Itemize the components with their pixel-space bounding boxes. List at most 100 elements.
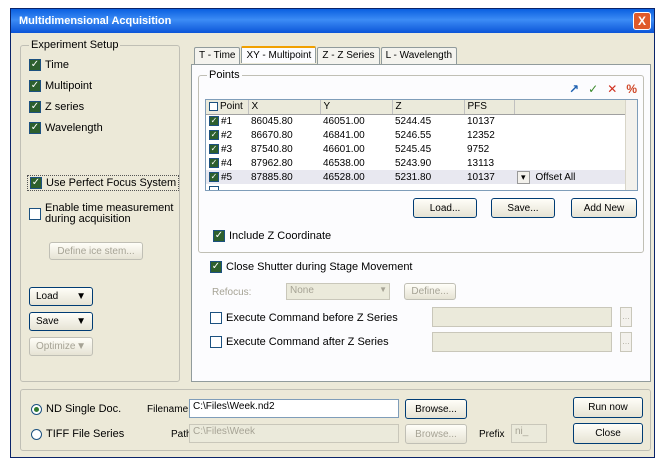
exec-after-label: Execute Command after Z Series bbox=[226, 336, 389, 348]
radio-nd-single[interactable]: ND Single Doc. bbox=[31, 403, 121, 415]
check-icon[interactable]: ✓ bbox=[209, 157, 219, 168]
refocus-define-button[interactable]: Define... bbox=[404, 283, 456, 300]
cell-x: 87885.80 bbox=[248, 170, 320, 184]
tab-time[interactable]: T - Time bbox=[194, 47, 241, 64]
check-icon[interactable]: ✓ bbox=[209, 116, 219, 127]
cell-pfs: 10137 bbox=[464, 170, 514, 184]
checkbox-time[interactable]: ✓ Time bbox=[29, 59, 69, 71]
exec-after-field[interactable] bbox=[432, 332, 612, 352]
add-new-point-button[interactable]: Add New bbox=[571, 198, 637, 218]
prefix-label: Prefix bbox=[479, 429, 505, 440]
tiff-series-label: TIFF File Series bbox=[46, 428, 125, 440]
checkbox-exec-after[interactable]: Execute Command after Z Series bbox=[210, 336, 389, 348]
checkbox-multipoint[interactable]: ✓ Multipoint bbox=[29, 80, 92, 92]
check-icon: ✓ bbox=[30, 177, 42, 189]
cell-y: 46538.00 bbox=[323, 157, 365, 169]
col-x-header[interactable]: X bbox=[248, 100, 321, 115]
check-icon[interactable]: ✓ bbox=[209, 129, 219, 140]
point-cell[interactable]: ✓ #3 bbox=[206, 142, 248, 156]
checkbox-empty-icon bbox=[210, 336, 222, 348]
check-icon[interactable]: ✓ bbox=[209, 171, 219, 182]
col-extra-header bbox=[514, 100, 637, 115]
col-y-header[interactable]: Y bbox=[320, 100, 393, 115]
prefix-input[interactable]: ni_ bbox=[511, 424, 547, 443]
table-row[interactable]: ✓ #3 87540.80 46601.00 5245.45 9752 bbox=[206, 142, 637, 156]
checkbox-wavelength-label: Wavelength bbox=[45, 122, 103, 134]
save-setup-label: Save bbox=[36, 316, 59, 327]
select-all-checkbox[interactable] bbox=[209, 102, 218, 112]
table-row[interactable]: ✓ #5 87885.80 46528.00 5231.80 10137 ▾ Offset A… bbox=[206, 170, 637, 184]
checkbox-exec-before[interactable]: Execute Command before Z Series bbox=[210, 312, 398, 324]
path-input[interactable]: C:\Files\Week bbox=[189, 424, 399, 443]
define-ice-stem-button[interactable]: Define ice stem... bbox=[49, 242, 143, 260]
load-points-button[interactable]: Load... bbox=[413, 198, 477, 218]
checkbox-include-z[interactable]: ✓ Include Z Coordinate bbox=[213, 230, 331, 242]
close-button[interactable]: Close bbox=[573, 423, 643, 444]
nd-single-label: ND Single Doc. bbox=[46, 403, 122, 415]
col-point-header[interactable]: Point bbox=[206, 100, 249, 115]
save-points-button[interactable]: Save... bbox=[491, 198, 555, 218]
tab-multipoint[interactable]: XY - Multipoint bbox=[241, 46, 317, 63]
col-pfs-header[interactable]: PFS bbox=[464, 100, 515, 115]
point-cell[interactable]: ✓ #1 bbox=[206, 114, 248, 128]
point-label: #4 bbox=[221, 157, 233, 169]
checkbox-close-shutter[interactable]: ✓ Close Shutter during Stage Movement bbox=[210, 261, 413, 273]
point-label: #1 bbox=[221, 115, 233, 127]
include-z-label: Include Z Coordinate bbox=[229, 230, 332, 242]
load-setup-button[interactable]: Load ▼ bbox=[29, 287, 93, 306]
cell-extra bbox=[514, 114, 637, 128]
close-icon[interactable]: X bbox=[633, 12, 651, 30]
chevron-down-icon: ▼ bbox=[379, 285, 387, 294]
move-to-icon[interactable]: ↗ bbox=[569, 82, 579, 96]
points-table-box: Point X Y Z PFS ✓ #1 86045.80 46051.00 5244.… bbox=[205, 99, 638, 191]
cell-z: 5243.90 bbox=[395, 157, 432, 169]
optimize-button[interactable]: Optimize ▼ bbox=[29, 337, 93, 356]
check-mark-icon[interactable]: ✓ bbox=[588, 82, 598, 96]
tab-strip: T - Time XY - Multipoint Z - Z Series L … bbox=[194, 46, 458, 64]
refocus-value: None bbox=[290, 285, 314, 296]
browse-filename-button[interactable]: Browse... bbox=[405, 399, 467, 419]
browse-path-button[interactable]: Browse... bbox=[405, 424, 467, 444]
filename-label: Filename bbox=[147, 404, 189, 415]
title-bar[interactable]: Multidimensional Acquisition X bbox=[11, 9, 654, 33]
point-cell[interactable]: ✓ #2 bbox=[206, 128, 248, 142]
point-cell[interactable]: ✓ #5 bbox=[206, 170, 248, 184]
offset-dropdown-icon[interactable]: ▾ bbox=[517, 170, 530, 184]
table-row[interactable]: ✓ #2 86670.80 46841.00 5246.55 12352 bbox=[206, 128, 637, 142]
checkbox-empty-icon[interactable] bbox=[209, 185, 219, 190]
col-z-header[interactable]: Z bbox=[392, 100, 465, 115]
point-label: #2 bbox=[221, 129, 233, 141]
cell-extra: ▾ Offset All bbox=[514, 170, 637, 184]
time-measure-line-2: during acquisition bbox=[45, 213, 131, 225]
cell-pfs: 9752 bbox=[467, 143, 490, 155]
radio-tiff-series[interactable]: TIFF File Series bbox=[31, 428, 124, 440]
run-now-button[interactable]: Run now bbox=[573, 397, 643, 418]
checkbox-time-measurement[interactable]: Enable time measurement during acquisiti… bbox=[29, 203, 173, 225]
delete-icon[interactable]: ✕ bbox=[607, 82, 617, 96]
checkbox-wavelength[interactable]: ✓ Wavelength bbox=[29, 122, 103, 134]
point-cell[interactable]: ✓ #4 bbox=[206, 156, 248, 170]
table-row-empty[interactable] bbox=[206, 184, 637, 190]
save-setup-button[interactable]: Save ▼ bbox=[29, 312, 93, 331]
check-icon[interactable]: ✓ bbox=[209, 143, 219, 154]
refocus-select[interactable]: None ▼ bbox=[286, 283, 390, 300]
dialog-window: Multidimensional Acquisition X Experimen… bbox=[10, 8, 655, 458]
exec-before-field[interactable] bbox=[432, 307, 612, 327]
checkbox-time-measurement-label: Enable time measurement during acquisiti… bbox=[45, 203, 173, 225]
points-scrollbar[interactable] bbox=[625, 100, 637, 190]
empty-cell bbox=[206, 184, 637, 190]
offset-all-button[interactable]: Offset All bbox=[536, 172, 576, 183]
point-label: #5 bbox=[221, 171, 233, 183]
checkbox-pfs[interactable]: ✓ Use Perfect Focus System bbox=[27, 175, 180, 191]
filename-input[interactable]: C:\Files\Week.nd2 bbox=[189, 399, 399, 418]
points-group: Points ↗ ✓ ✕ % Point X Y Z PFS ✓ #1 8604… bbox=[198, 69, 644, 253]
percent-icon[interactable]: % bbox=[626, 82, 637, 96]
table-row[interactable]: ✓ #1 86045.80 46051.00 5244.45 10137 bbox=[206, 114, 637, 128]
checkbox-z-series[interactable]: ✓ Z series bbox=[29, 101, 84, 113]
tab-z-series[interactable]: Z - Z Series bbox=[317, 47, 380, 64]
tab-wavelength[interactable]: L - Wavelength bbox=[380, 47, 458, 64]
exec-before-browse-icon[interactable]: … bbox=[620, 307, 632, 327]
points-toolbar: ↗ ✓ ✕ % bbox=[563, 82, 637, 96]
exec-after-browse-icon[interactable]: … bbox=[620, 332, 632, 352]
table-row[interactable]: ✓ #4 87962.80 46538.00 5243.90 13113 bbox=[206, 156, 637, 170]
